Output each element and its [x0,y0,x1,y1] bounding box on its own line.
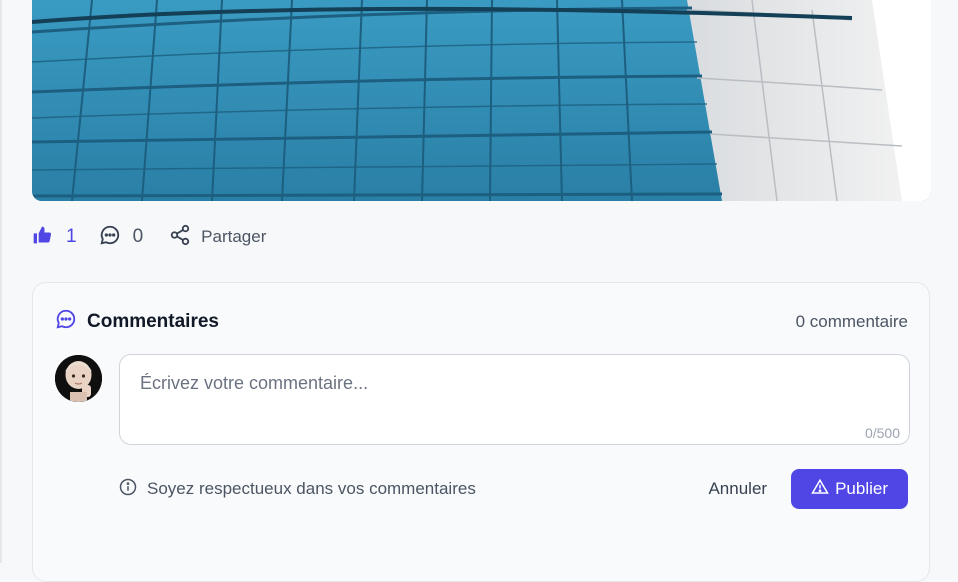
like-count: 1 [66,226,77,247]
comment-button[interactable]: 0 [99,224,144,251]
comments-section: Commentaires 0 commentaire 0/500 Soyez r… [32,282,930,582]
char-counter: 0/500 [864,425,900,441]
like-button[interactable]: 1 [32,225,77,250]
comments-header: Commentaires 0 commentaire [55,308,908,335]
warning-triangle-icon [811,478,829,501]
speech-bubble-icon [99,224,121,251]
thumbs-up-icon [32,225,52,250]
hint-text: Soyez respectueux dans vos commentaires [147,479,476,498]
comment-buttons: Annuler Publier [708,469,908,509]
page-left-border [0,0,2,563]
respect-hint: Soyez respectueux dans vos commentaires [119,478,476,501]
share-icon [169,224,191,251]
share-button[interactable]: Partager [169,224,266,251]
publish-button[interactable]: Publier [791,469,908,509]
publish-label: Publier [835,479,888,498]
comments-title: Commentaires [87,310,219,332]
avatar [55,355,102,402]
comment-textarea[interactable] [120,355,909,444]
comments-count-label: 0 commentaire [795,311,908,331]
chat-bubble-icon [55,308,77,335]
share-label: Partager [201,227,267,246]
info-icon [119,478,137,501]
cancel-button[interactable]: Annuler [708,479,767,499]
comment-footer: Soyez respectueux dans vos commentaires … [119,469,908,509]
comment-count: 0 [132,226,144,247]
post-image [32,0,931,201]
building-photo [32,0,931,201]
comment-input-wrapper: 0/500 [119,354,910,445]
post-actions: 1 0 Partager [32,222,266,252]
